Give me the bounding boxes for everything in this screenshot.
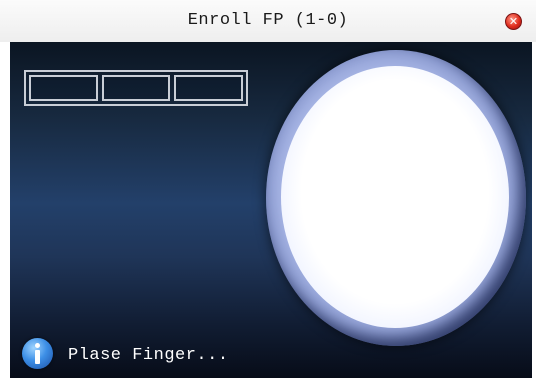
info-icon — [22, 338, 53, 369]
fingerprint-scanner-glow — [281, 66, 509, 328]
close-button[interactable]: ✕ — [505, 13, 522, 30]
window-title: Enroll FP (1-0) — [187, 11, 349, 30]
enrollment-slot-1 — [29, 75, 98, 101]
info-icon-stem — [35, 350, 40, 364]
close-icon: ✕ — [508, 15, 519, 28]
enroll-fingerprint-screen: Enroll FP (1-0) ✕ Plase Finger... — [0, 0, 536, 378]
enrollment-slot-3 — [174, 75, 244, 101]
info-icon-dot — [35, 343, 40, 348]
enrollment-slot-2 — [101, 75, 171, 101]
enrollment-progress-slots — [24, 70, 248, 106]
scanner-panel: Plase Finger... — [10, 42, 532, 378]
status-message: Plase Finger... — [68, 346, 229, 365]
title-bar: Enroll FP (1-0) ✕ — [0, 0, 536, 42]
